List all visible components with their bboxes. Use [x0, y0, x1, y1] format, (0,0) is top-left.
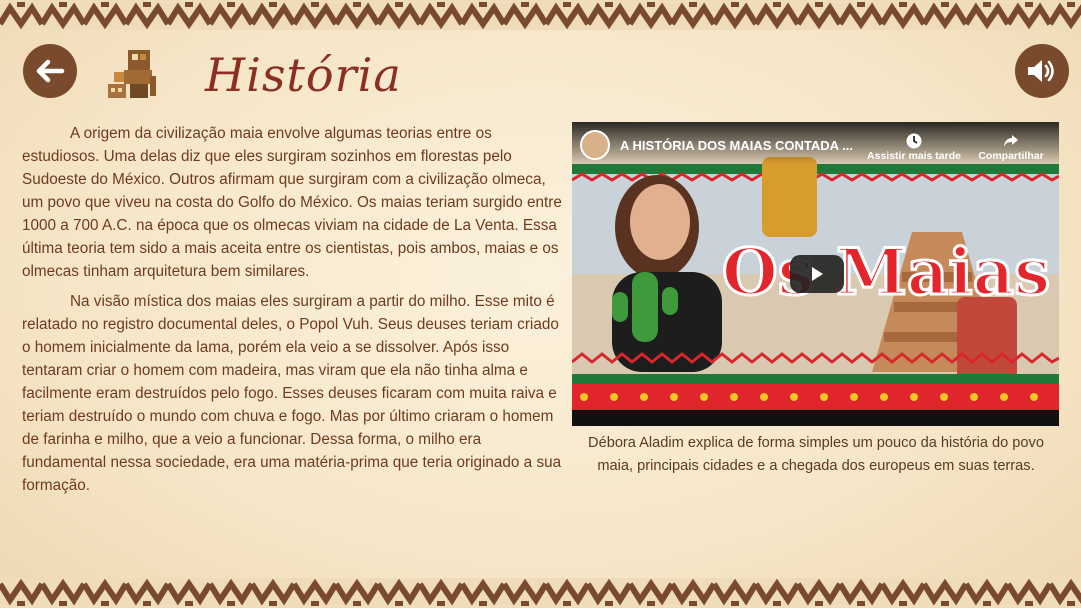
watch-later-label: Assistir mais tarde: [867, 150, 961, 162]
speaker-volume-icon: [1028, 60, 1054, 82]
sound-button[interactable]: [1015, 44, 1069, 98]
watch-later-button[interactable]: Assistir mais tarde: [866, 132, 962, 162]
play-button[interactable]: [790, 255, 844, 293]
channel-avatar[interactable]: [580, 130, 610, 160]
play-icon: [812, 267, 823, 281]
mayan-glyph-icon: [108, 50, 156, 98]
paragraph-myth: Na visão mística dos maias eles surgiram…: [22, 293, 562, 494]
page-title: História: [205, 48, 402, 102]
video-player[interactable]: Os Maias A HISTÓRIA DOS MAIAS CONTADA ..…: [572, 122, 1059, 426]
back-button[interactable]: [23, 44, 77, 98]
paragraph-origin: A origem da civilização maia envolve alg…: [22, 125, 562, 280]
share-button[interactable]: Compartilhar: [972, 132, 1050, 162]
article-text: A origem da civilização maia envolve alg…: [22, 122, 562, 504]
video-caption: Débora Aladim explica de forma simples u…: [588, 435, 1044, 474]
bottom-border-pattern: [0, 578, 1081, 608]
thumbnail-title: Os Maias: [722, 235, 1050, 310]
share-icon: [972, 132, 1050, 150]
clock-icon: [866, 132, 962, 150]
share-label: Compartilhar: [978, 150, 1044, 162]
top-border-pattern: [0, 0, 1081, 30]
video-title[interactable]: A HISTÓRIA DOS MAIAS CONTADA ...: [620, 138, 870, 153]
arrow-left-icon: [36, 59, 65, 83]
